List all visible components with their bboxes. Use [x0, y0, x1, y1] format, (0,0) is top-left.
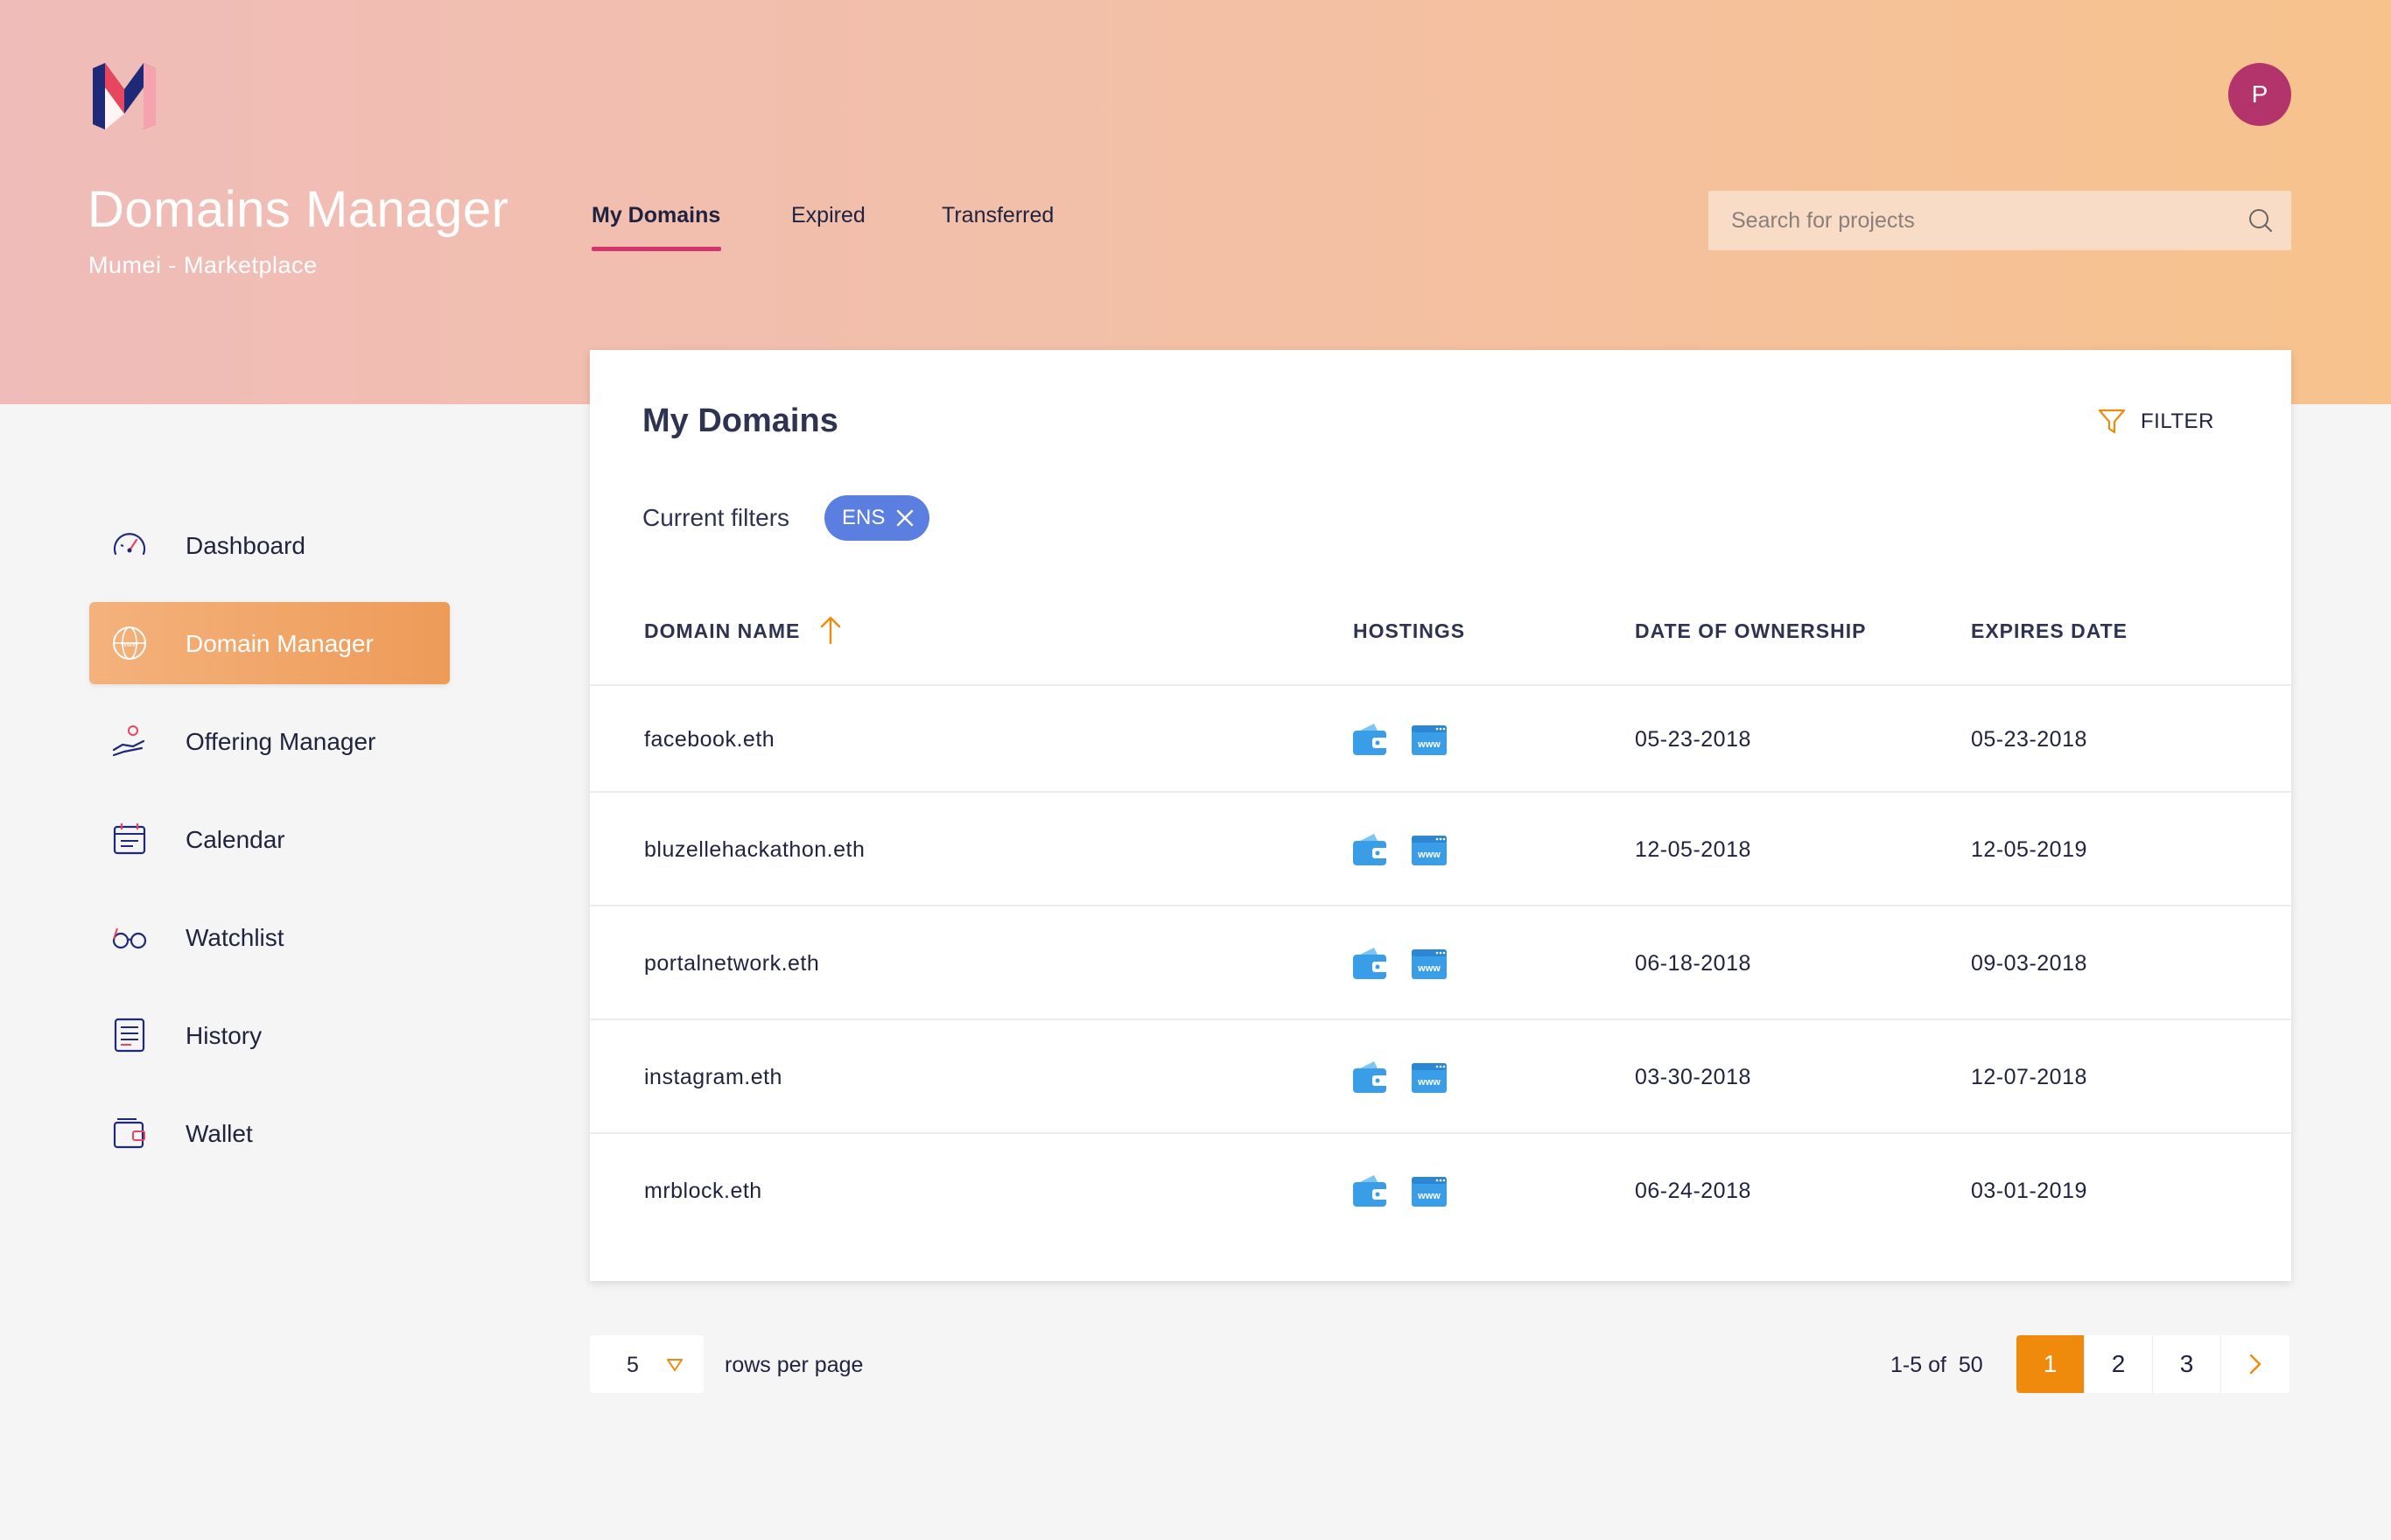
wallet-icon — [113, 1118, 145, 1149]
column-header-date-of-ownership[interactable]: DATE OF OWNERSHIP — [1635, 620, 1866, 643]
table-row[interactable]: instagram.eth www 03-30-2018 12-07-2018 — [590, 1018, 2291, 1132]
domain-name-cell[interactable]: facebook.eth — [644, 727, 775, 752]
sort-ascending-icon[interactable] — [817, 614, 844, 646]
sidebar-item-label: Wallet — [186, 1120, 253, 1147]
globe-www-icon: www — [113, 626, 146, 660]
filter-chip-label: ENS — [842, 506, 886, 529]
glasses-icon — [112, 928, 147, 949]
domain-name-cell[interactable]: portalnetwork.eth — [644, 951, 819, 976]
sidebar-item-dashboard[interactable]: Dashboard — [89, 504, 450, 586]
page-1-button[interactable]: 1 — [2016, 1335, 2085, 1393]
page-3-button[interactable]: 3 — [2153, 1335, 2221, 1393]
sidebar-item-label: Dashboard — [186, 532, 305, 559]
chevron-right-icon — [2249, 1354, 2261, 1375]
funnel-icon — [2098, 409, 2126, 434]
document-list-icon — [114, 1018, 145, 1053]
wallet-hosting-icon[interactable] — [1351, 832, 1388, 869]
date-of-ownership-cell: 06-24-2018 — [1635, 1179, 1751, 1203]
tab-expired[interactable]: Expired — [791, 203, 866, 228]
expires-date-cell: 05-23-2018 — [1971, 727, 2087, 752]
sidebar-item-label: Calendar — [186, 826, 285, 853]
date-of-ownership-cell: 12-05-2018 — [1635, 837, 1751, 862]
calendar-icon — [113, 823, 146, 855]
tab-my-domains[interactable]: My Domains — [592, 203, 720, 228]
active-tab-indicator — [592, 247, 721, 251]
rows-per-page-value: 5 — [627, 1353, 639, 1377]
filter-chip[interactable]: ENS — [824, 495, 929, 541]
date-of-ownership-cell: 06-18-2018 — [1635, 951, 1751, 976]
date-of-ownership-cell: 03-30-2018 — [1635, 1065, 1751, 1089]
page-2-button[interactable]: 2 — [2085, 1335, 2153, 1393]
hand-coin-icon — [112, 725, 145, 757]
expires-date-cell: 12-07-2018 — [1971, 1065, 2087, 1089]
expires-date-cell: 12-05-2019 — [1971, 837, 2087, 862]
svg-text:www: www — [1417, 1077, 1441, 1088]
wallet-hosting-icon[interactable] — [1351, 1173, 1388, 1210]
table-row[interactable]: facebook.eth www 05-23-2018 05-23-2018 — [590, 684, 2291, 791]
wallet-hosting-icon[interactable] — [1351, 1060, 1388, 1096]
www-hosting-icon[interactable]: www — [1411, 722, 1448, 759]
chevron-down-icon — [667, 1359, 683, 1371]
m-logo-icon[interactable] — [88, 60, 161, 133]
sidebar-item-history[interactable]: History — [89, 994, 450, 1076]
rows-per-page-label: rows per page — [725, 1353, 864, 1377]
sidebar-item-offering-manager[interactable]: Offering Manager — [89, 700, 450, 782]
domain-name-cell[interactable]: instagram.eth — [644, 1065, 782, 1090]
date-of-ownership-cell: 05-23-2018 — [1635, 727, 1751, 752]
page-subtitle: Mumei - Marketplace — [88, 252, 318, 278]
column-header-domain-name[interactable]: DOMAIN NAME — [644, 620, 800, 643]
www-hosting-icon[interactable]: www — [1411, 1060, 1448, 1096]
www-hosting-icon[interactable]: www — [1411, 946, 1448, 983]
domains-card: My Domains FILTER Current filters ENS DO… — [590, 350, 2291, 1281]
sidebar-item-domain-manager[interactable]: www Domain Manager — [89, 602, 450, 684]
user-avatar[interactable]: P — [2228, 63, 2291, 126]
sidebar-item-wallet[interactable]: Wallet — [89, 1092, 450, 1174]
table-row[interactable]: portalnetwork.eth www 06-18-2018 09-03-2018 — [590, 905, 2291, 1018]
www-hosting-icon[interactable]: www — [1411, 832, 1448, 869]
close-icon[interactable] — [894, 508, 915, 528]
next-page-button[interactable] — [2221, 1335, 2289, 1393]
filter-label: FILTER — [2141, 410, 2214, 433]
search-bar — [1708, 191, 2291, 250]
rows-per-page-select[interactable]: 5 — [590, 1335, 704, 1393]
table-row[interactable]: bluzellehackathon.eth www 12-05-2018 12-05-… — [590, 791, 2291, 905]
sidebar-item-calendar[interactable]: Calendar — [89, 798, 450, 880]
speedometer-icon — [113, 533, 146, 556]
tab-transferred[interactable]: Transferred — [942, 203, 1054, 228]
page-title: Domains Manager — [88, 181, 509, 238]
column-header-hostings: HOSTINGS — [1353, 620, 1466, 642]
table-row[interactable]: mrblock.eth www 06-24-2018 03-01-2019 — [590, 1132, 2291, 1246]
sidebar-item-label: Watchlist — [186, 924, 284, 951]
search-icon[interactable] — [2246, 206, 2274, 234]
column-header-expires-date[interactable]: EXPIRES DATE — [1971, 620, 2128, 643]
pagination: 1 2 3 — [2016, 1335, 2289, 1393]
current-filters-label: Current filters — [642, 504, 790, 531]
svg-text:www: www — [120, 640, 138, 648]
svg-text:www: www — [1417, 739, 1441, 750]
wallet-hosting-icon[interactable] — [1351, 722, 1388, 759]
domain-name-cell[interactable]: mrblock.eth — [644, 1179, 762, 1204]
svg-text:www: www — [1417, 963, 1441, 974]
search-input[interactable] — [1731, 191, 2221, 250]
www-hosting-icon[interactable]: www — [1411, 1173, 1448, 1210]
expires-date-cell: 09-03-2018 — [1971, 951, 2087, 976]
card-title: My Domains — [642, 402, 838, 439]
svg-text:www: www — [1417, 850, 1441, 860]
wallet-hosting-icon[interactable] — [1351, 946, 1388, 983]
sidebar-item-label: History — [186, 1022, 263, 1049]
pagination-range: 1-5 of 50 — [1890, 1353, 1983, 1377]
sidebar-item-label: Offering Manager — [186, 728, 376, 755]
sidebar-item-watchlist[interactable]: Watchlist — [89, 896, 450, 978]
svg-text:www: www — [1417, 1191, 1441, 1201]
domain-name-cell[interactable]: bluzellehackathon.eth — [644, 837, 865, 863]
expires-date-cell: 03-01-2019 — [1971, 1179, 2087, 1203]
sidebar-item-label: Domain Manager — [186, 630, 374, 657]
